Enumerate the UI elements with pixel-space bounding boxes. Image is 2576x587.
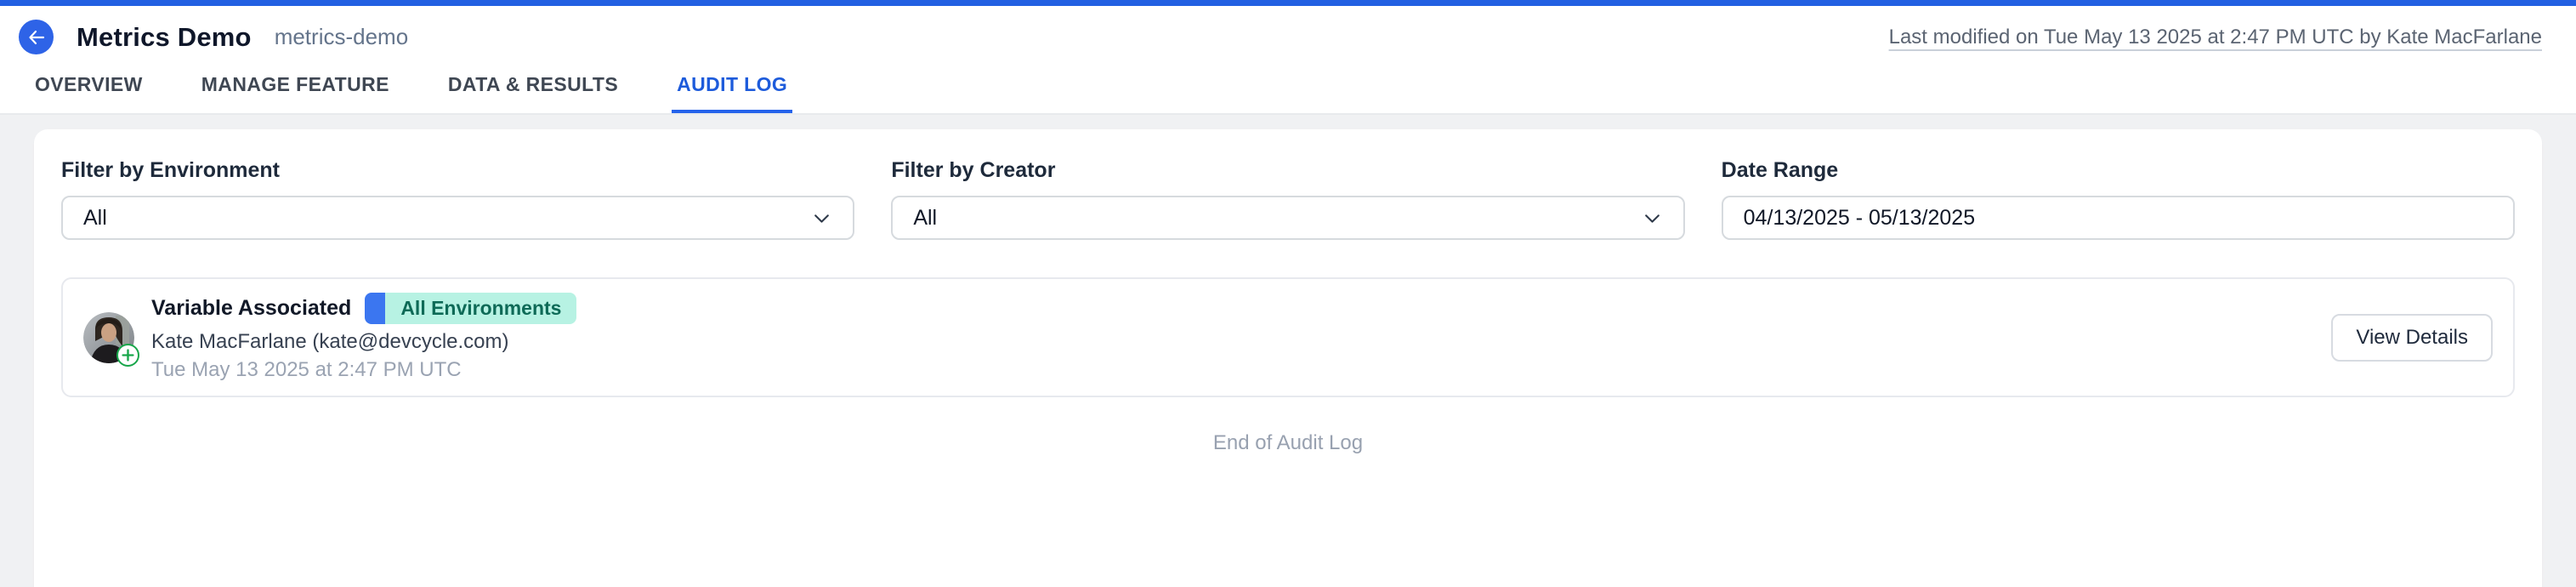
date-range-label: Date Range <box>1722 158 2515 183</box>
tab-overview[interactable]: OVERVIEW <box>30 73 148 113</box>
top-accent-bar <box>0 0 2576 6</box>
back-arrow-icon <box>26 27 47 48</box>
audit-log-entry: Variable Associated All Environments Kat… <box>61 277 2515 397</box>
tab-audit-log[interactable]: AUDIT LOG <box>672 73 792 113</box>
avatar <box>83 312 134 363</box>
last-modified-text: Last modified on Tue May 13 2025 at 2:47… <box>1889 26 2542 49</box>
filter-creator-label: Filter by Creator <box>891 158 1684 183</box>
audit-log-page: Filter by Environment All Filter by Crea… <box>0 115 2576 581</box>
environment-badge-label: All Environments <box>385 293 576 324</box>
created-plus-icon <box>116 344 139 367</box>
page-title: Metrics Demo <box>77 22 252 53</box>
end-of-audit-log-text: End of Audit Log <box>61 431 2515 455</box>
feature-key: metrics-demo <box>275 24 408 50</box>
filter-creator: Filter by Creator All <box>891 158 1684 240</box>
date-range-value: 04/13/2025 - 05/13/2025 <box>1744 206 2493 231</box>
filter-environment-label: Filter by Environment <box>61 158 854 183</box>
environment-badge-accent <box>365 293 385 324</box>
entry-user: Kate MacFarlane (kate@devcycle.com) <box>151 330 576 354</box>
feature-header: Metrics Demo metrics-demo Last modified … <box>0 6 2576 115</box>
date-range-input[interactable]: 04/13/2025 - 05/13/2025 <box>1722 196 2515 240</box>
view-details-button[interactable]: View Details <box>2331 314 2493 362</box>
chevron-down-icon <box>1642 208 1663 229</box>
environment-select[interactable]: All <box>61 196 854 240</box>
creator-select-value: All <box>913 206 1641 231</box>
filter-date-range: Date Range 04/13/2025 - 05/13/2025 <box>1722 158 2515 240</box>
audit-filters: Filter by Environment All Filter by Crea… <box>61 158 2515 240</box>
filter-environment: Filter by Environment All <box>61 158 854 240</box>
entry-action-title: Variable Associated <box>151 296 351 321</box>
feature-tabs: OVERVIEW MANAGE FEATURE DATA & RESULTS A… <box>30 73 2542 113</box>
audit-log-panel: Filter by Environment All Filter by Crea… <box>34 129 2542 587</box>
environment-select-value: All <box>83 206 811 231</box>
creator-select[interactable]: All <box>891 196 1684 240</box>
tab-manage-feature[interactable]: MANAGE FEATURE <box>196 73 394 113</box>
chevron-down-icon <box>811 208 832 229</box>
back-button[interactable] <box>19 20 54 54</box>
tab-data-results[interactable]: DATA & RESULTS <box>443 73 623 113</box>
entry-timestamp: Tue May 13 2025 at 2:47 PM UTC <box>151 358 576 382</box>
environment-badge: All Environments <box>365 293 576 324</box>
